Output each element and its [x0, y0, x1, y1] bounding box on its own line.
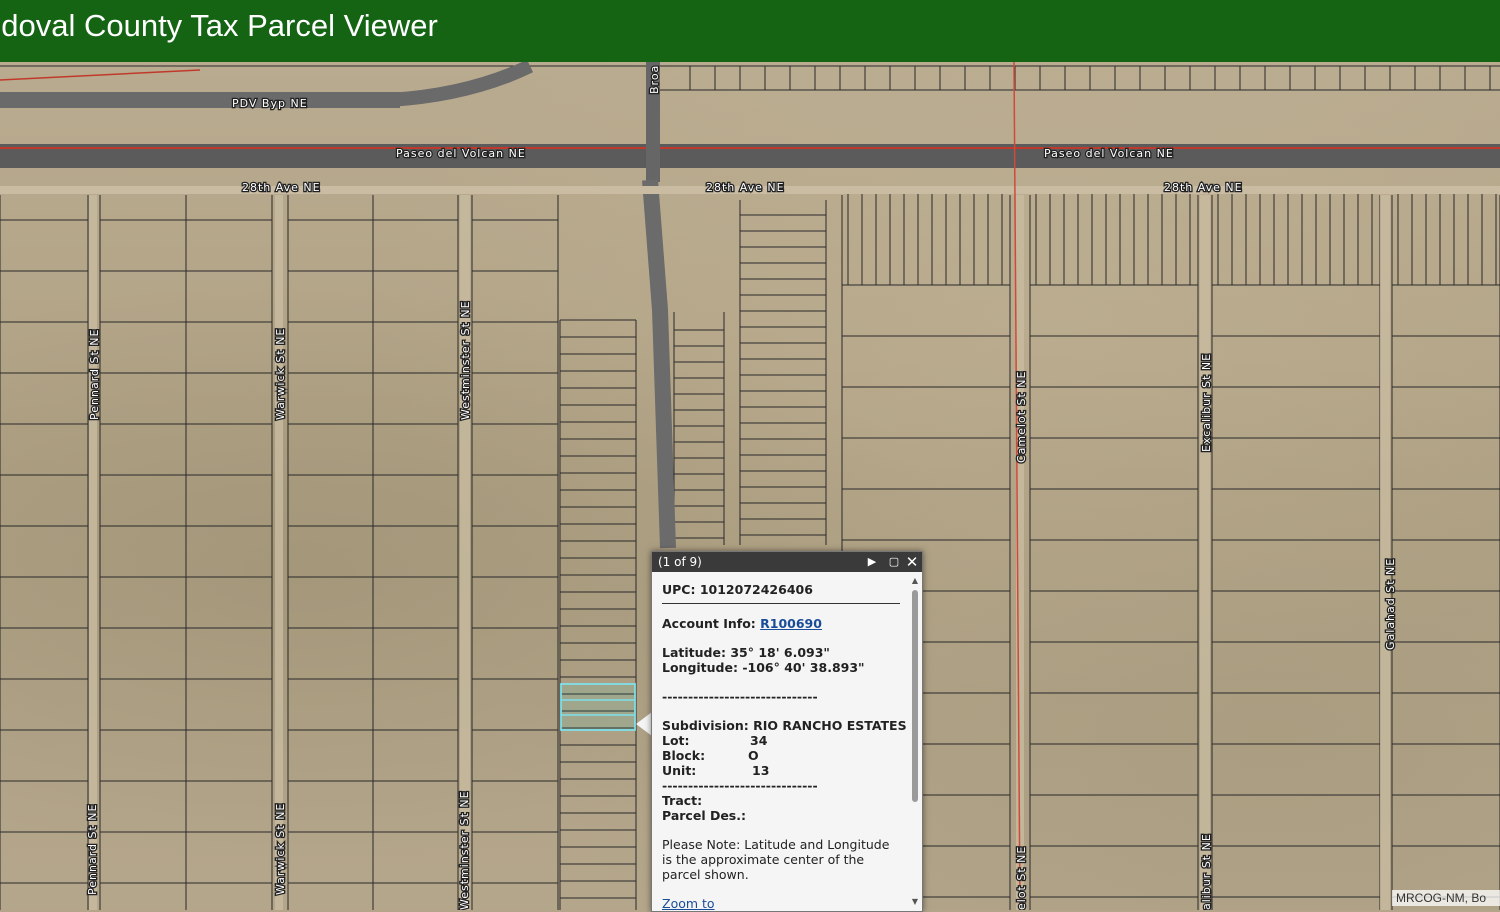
- label-camelot-top: Camelot St NE: [1015, 371, 1028, 463]
- upc-label: UPC:: [662, 582, 696, 597]
- subdivision-value: RIO RANCHO ESTATES: [753, 718, 907, 733]
- label-camelot-bottom: elot St NE: [1015, 846, 1028, 910]
- latitude-label: Latitude:: [662, 645, 726, 660]
- popup-feature-count: (1 of 9): [658, 555, 702, 569]
- dirt-road: [1200, 195, 1210, 910]
- label-28th-mid: 28th Ave NE: [706, 181, 785, 194]
- close-icon[interactable]: ✕: [904, 552, 920, 572]
- lot-value: 34: [750, 733, 768, 748]
- label-excalibur-top: Excalibur St NE: [1200, 353, 1213, 452]
- popup-content: UPC: 1012072426406 Account Info: R100690…: [652, 572, 908, 911]
- longitude-row: Longitude: -106° 40' 38.893": [662, 660, 908, 675]
- label-paseo-east: Paseo del Volcan NE: [1044, 147, 1174, 160]
- app-header: ndoval County Tax Parcel Viewer: [0, 0, 1500, 62]
- block-value: O: [748, 748, 759, 763]
- pdv-byp-curve: [389, 62, 534, 107]
- latitude-row: Latitude: 35° 18' 6.093": [662, 645, 908, 660]
- zoom-to-link[interactable]: Zoom to: [662, 896, 715, 911]
- upc-value: 1012072426406: [699, 582, 813, 597]
- subdivision-label: Subdivision:: [662, 718, 749, 733]
- label-pennard-bottom: Pennard St NE: [86, 804, 99, 895]
- app-title: ndoval County Tax Parcel Viewer: [0, 8, 438, 43]
- separator-line-2: ------------------------------: [662, 778, 818, 793]
- longitude-label: Longitude:: [662, 660, 738, 675]
- dirt-road: [89, 195, 97, 910]
- scroll-down-icon[interactable]: ▼: [910, 897, 920, 907]
- map-attribution: MRCOG-NM, Bo: [1392, 890, 1500, 906]
- upc-row: UPC: 1012072426406: [662, 582, 908, 597]
- popup-pointer: [636, 712, 652, 736]
- account-label: Account Info:: [662, 616, 756, 631]
- longitude-value: -106° 40' 38.893": [742, 660, 865, 675]
- lot-label: Lot:: [662, 733, 690, 748]
- boundary-line: [0, 69, 201, 81]
- account-row: Account Info: R100690: [662, 616, 908, 631]
- pdv-byp-road: [0, 92, 400, 108]
- coordinates-note: Please Note: Latitude and Longitude is t…: [662, 837, 890, 882]
- popup-scrollbar[interactable]: ▲ ▼: [910, 576, 920, 906]
- popup-divider: [662, 603, 900, 604]
- subdivision-row: Subdivision: RIO RANCHO ESTATES: [662, 718, 908, 733]
- label-28th-east: 28th Ave NE: [1164, 181, 1243, 194]
- lot-row: Lot: 34: [662, 733, 908, 748]
- scroll-thumb[interactable]: [912, 590, 918, 802]
- label-warwick-bottom: Warwick St NE: [274, 803, 287, 895]
- scroll-up-icon[interactable]: ▲: [910, 576, 920, 586]
- block-label: Block:: [662, 748, 706, 763]
- parcel-description-label: Parcel Des.:: [662, 808, 746, 823]
- selected-parcel-highlight: [560, 683, 636, 731]
- next-feature-icon[interactable]: ▶: [864, 552, 880, 572]
- label-excalibur-bottom: alibur St NE: [1200, 833, 1213, 910]
- label-westminster-top: Westminster St NE: [459, 300, 472, 420]
- unit-row: Unit: 13: [662, 763, 908, 778]
- popup-titlebar: (1 of 9) ▶ ▢ ✕: [652, 552, 922, 572]
- broadway-road: [642, 179, 676, 549]
- label-paseo-west: Paseo del Volcan NE: [396, 147, 526, 160]
- label-westminster-bottom: Westminster St NE: [458, 790, 471, 910]
- unit-value: 13: [752, 763, 770, 778]
- block-row: Block: O: [662, 748, 908, 763]
- label-broadway: Broa: [648, 65, 661, 94]
- label-galahad: Galahad St NE: [1384, 558, 1397, 650]
- latitude-value: 35° 18' 6.093": [730, 645, 830, 660]
- maximize-icon[interactable]: ▢: [886, 552, 902, 572]
- dirt-road: [1380, 195, 1390, 910]
- label-warwick-top: Warwick St NE: [274, 328, 287, 420]
- label-pdv-byp: PDV Byp NE: [232, 97, 308, 110]
- unit-label: Unit:: [662, 763, 697, 778]
- tract-label: Tract:: [662, 793, 703, 808]
- separator-line: ------------------------------: [662, 689, 818, 704]
- account-link[interactable]: R100690: [760, 616, 822, 631]
- label-pennard-top: Pennard St NE: [88, 329, 101, 420]
- label-28th-west: 28th Ave NE: [242, 181, 321, 194]
- parcel-info-popup[interactable]: (1 of 9) ▶ ▢ ✕ UPC: 1012072426406 Accoun…: [651, 551, 923, 912]
